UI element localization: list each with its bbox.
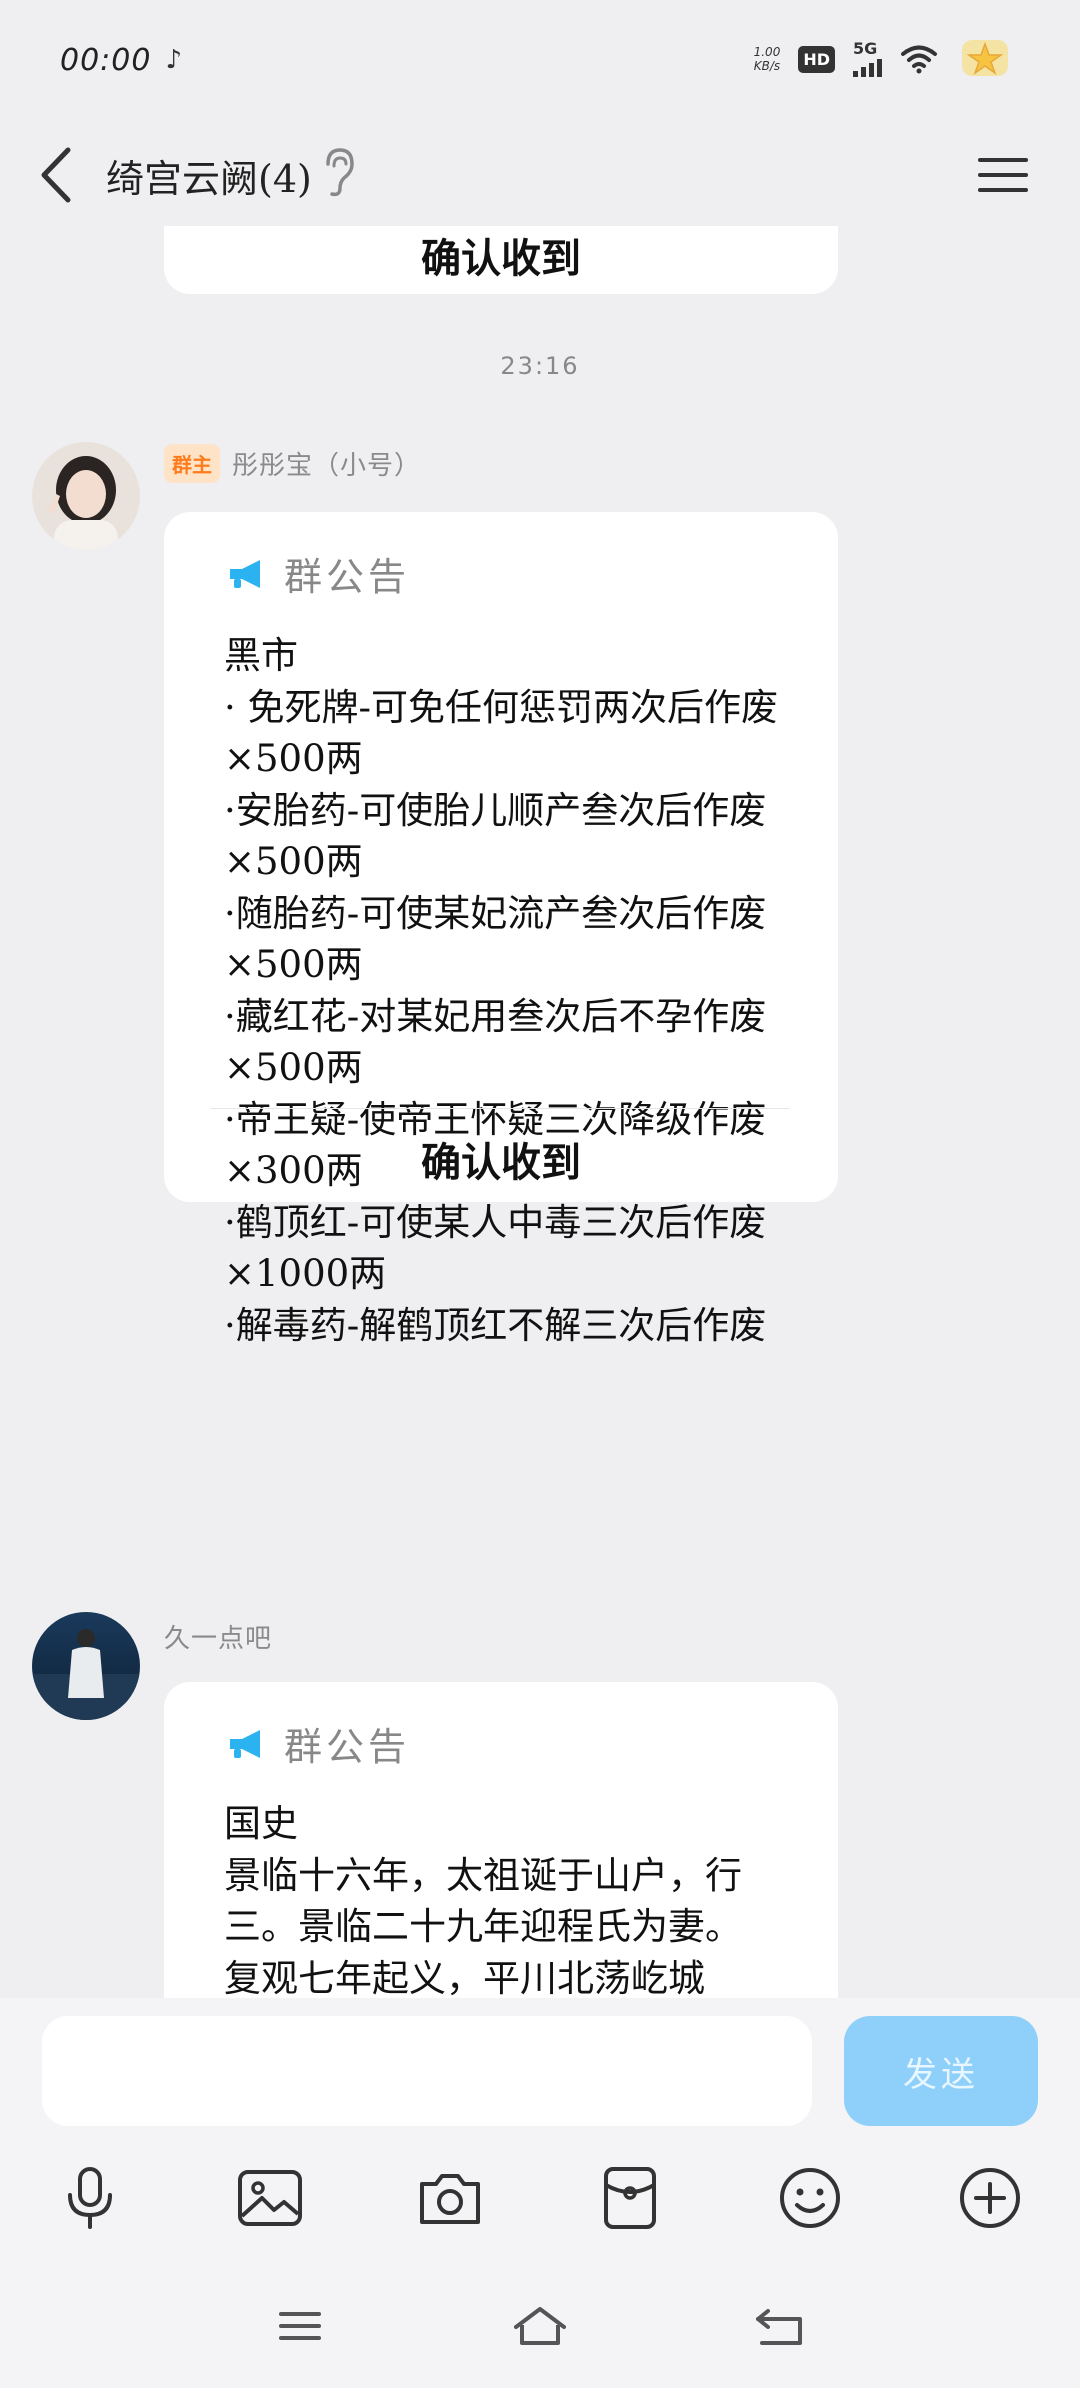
status-bar: 00:00 ♪ 1.00 KB/s HD 5G xyxy=(0,0,1080,120)
status-time: 00:00 xyxy=(60,42,152,78)
notice-line: 黑市 xyxy=(224,634,298,677)
notice-line: ·解毒药-解鹤顶红不解三次后作废 xyxy=(224,1303,767,1347)
avatar[interactable] xyxy=(32,1612,140,1720)
notice-line: 景临十六年，太祖诞于山户，行三。景临二十九年迎程氏为妻。 xyxy=(224,1853,742,1949)
star-badge-icon xyxy=(962,40,1008,76)
signal-icon: 5G xyxy=(853,41,882,77)
sender-row: 群主 彤彤宝（小号） xyxy=(164,444,421,483)
microphone-icon[interactable] xyxy=(50,2158,130,2238)
notice-line: ·藏红花-对某妃用叁次后不孕作废×500两 xyxy=(224,994,767,1090)
notice-header: 群公告 xyxy=(226,546,410,601)
ear-icon[interactable] xyxy=(318,142,358,202)
notice-line: · 免死牌-可免任何惩罚两次后作废×500两 xyxy=(224,685,779,781)
send-button[interactable]: 发送 xyxy=(844,2016,1038,2126)
megaphone-icon xyxy=(230,559,260,588)
net-speed-value: 1.00 xyxy=(753,45,781,59)
notice-body: 黑市 · 免死牌-可免任何惩罚两次后作废×500两 ·安胎药-可使胎儿顺产叁次后… xyxy=(224,630,814,1351)
net-speed: 1.00 KB/s xyxy=(754,45,781,73)
notice-header: 群公告 xyxy=(226,1716,410,1771)
back-nav-icon[interactable] xyxy=(745,2296,815,2356)
notice-label: 群公告 xyxy=(284,1725,411,1769)
previous-notice-card: 确认收到 xyxy=(164,226,838,294)
message-timestamp: 23:16 xyxy=(500,352,580,380)
sender-name[interactable]: 久一点吧 xyxy=(164,1618,272,1655)
notice-body: 国史 景临十六年，太祖诞于山户，行三。景临二十九年迎程氏为妻。 复观七年起义，平… xyxy=(224,1798,814,1998)
avatar[interactable] xyxy=(32,442,140,550)
sender-name[interactable]: 彤彤宝（小号） xyxy=(232,445,421,482)
notice-line: ·安胎药-可使胎儿顺产叁次后作废 ×500两 xyxy=(224,788,767,884)
notice-card[interactable]: 群公告 国史 景临十六年，太祖诞于山户，行三。景临二十九年迎程氏为妻。 复观七年… xyxy=(164,1682,838,1998)
emoji-icon[interactable] xyxy=(770,2158,850,2238)
music-note-icon: ♪ xyxy=(165,45,183,75)
chat-area[interactable]: 确认收到 23:16 群主 彤彤宝（小号） 群公告 黑市 · 免死牌-可免任何惩… xyxy=(0,226,1080,1998)
divider xyxy=(210,1108,790,1109)
plus-icon[interactable] xyxy=(950,2158,1030,2238)
chat-header: 绮宫云阙(4) xyxy=(0,120,1080,230)
back-button[interactable] xyxy=(34,140,94,210)
notice-line: ·随胎药-可使某妃流产叁次后作废×500两 xyxy=(224,891,767,987)
confirm-received-button[interactable]: 确认收到 xyxy=(164,1130,838,1188)
red-packet-icon[interactable] xyxy=(590,2158,670,2238)
message-input[interactable] xyxy=(42,2016,812,2126)
net-speed-unit: KB/s xyxy=(753,59,781,73)
network-type: 5G xyxy=(853,39,878,58)
home-nav-icon[interactable] xyxy=(505,2296,575,2356)
image-icon[interactable] xyxy=(230,2158,310,2238)
notice-line: 复观七年起义，平川北荡屹城 xyxy=(224,1956,705,1999)
megaphone-icon xyxy=(230,1729,260,1758)
menu-button[interactable] xyxy=(976,150,1030,200)
notice-label: 群公告 xyxy=(284,555,411,599)
hd-badge: HD xyxy=(798,45,835,73)
confirm-received-button[interactable]: 确认收到 xyxy=(164,226,838,284)
notice-card[interactable]: 群公告 黑市 · 免死牌-可免任何惩罚两次后作废×500两 ·安胎药-可使胎儿顺… xyxy=(164,512,838,1347)
camera-icon[interactable] xyxy=(410,2158,490,2238)
status-icons: 1.00 KB/s HD 5G xyxy=(754,36,1014,82)
group-owner-badge: 群主 xyxy=(164,444,220,483)
notice-line: 国史 xyxy=(224,1802,298,1845)
menu-nav-icon[interactable] xyxy=(265,2296,335,2356)
notice-line: ·鹤顶红-可使某人中毒三次后作废×1000两 xyxy=(224,1200,767,1296)
wifi-icon xyxy=(901,45,937,74)
sender-row: 久一点吧 xyxy=(164,1618,272,1655)
chat-title[interactable]: 绮宫云阙(4) xyxy=(106,148,312,203)
composer: 发送 xyxy=(0,1998,1080,2388)
